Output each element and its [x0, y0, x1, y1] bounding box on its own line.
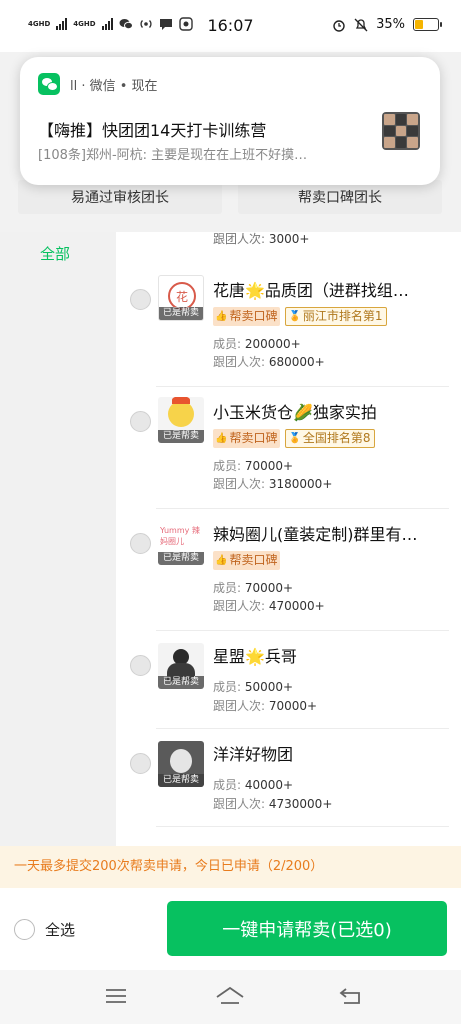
list-item[interactable]: Yummy 辣妈圈儿 已是帮卖 辣妈圈儿(童装定制)群里有… 👍 帮卖口碑 成员:… [116, 509, 461, 631]
members-stat: 成员: 70000+ [213, 459, 294, 473]
help-reputation-tag: 👍 帮卖口碑 [213, 551, 281, 570]
daily-limit-notice: 一天最多提交200次帮卖申请，今日已申请（2/200） [0, 846, 461, 888]
followers-stat: 跟团人次: 70000+ [213, 699, 318, 713]
leader-name: 辣妈圈儿(童装定制)群里有… [213, 525, 418, 544]
item-select-radio[interactable] [130, 655, 151, 676]
avatar: 花 已是帮卖 [158, 275, 204, 321]
item-select-radio[interactable] [130, 753, 151, 774]
already-helping-badge: 已是帮卖 [158, 430, 204, 443]
tag-row: 👍 帮卖口碑 [213, 551, 281, 570]
back-icon[interactable] [336, 984, 366, 1008]
filter-row: 易通过审核团长 帮卖口碑团长 [18, 180, 442, 214]
battery-icon [413, 18, 442, 31]
thumbs-up-icon: 👍 [215, 555, 228, 566]
notification-app-label: ll · 微信 • 现在 [70, 78, 158, 94]
alarm-icon [332, 18, 346, 32]
followers-stat: 跟团人次: 680000+ [213, 355, 325, 369]
item-select-radio[interactable] [130, 533, 151, 554]
category-sidebar: 全部 [0, 232, 116, 846]
followers-value: 3000+ [268, 232, 310, 246]
avatar-logo-text: Yummy 辣妈圈儿 [160, 526, 200, 546]
wechat-notification[interactable]: ll · 微信 • 现在 【嗨推】快团团14天打卡训练营 [108条]郑州-阿杭… [20, 57, 440, 185]
category-all[interactable]: 全部 [0, 232, 116, 280]
thumbs-up-icon: 👍 [215, 311, 228, 322]
leader-name: 星盟🌟兵哥 [213, 647, 297, 666]
tag-row: 👍 帮卖口碑 🏅 丽江市排名第1 [213, 307, 387, 326]
followers-label: 跟团人次: [213, 232, 266, 246]
avatar: 已是帮卖 [158, 643, 204, 689]
rank-tag: 🏅 丽江市排名第1 [285, 307, 387, 326]
followers-stat: 跟团人次: 470000+ [213, 599, 325, 613]
battery-percent: 35% [376, 17, 405, 32]
filter-reputation-button[interactable]: 帮卖口碑团长 [238, 180, 442, 214]
members-stat: 成员: 200000+ [213, 337, 301, 351]
followers-stat: 跟团人次: 3180000+ [213, 477, 333, 491]
select-all-radio[interactable] [14, 919, 35, 940]
help-reputation-tag: 👍 帮卖口碑 [213, 429, 281, 448]
list-item[interactable]: 已是帮卖 小玉米货仓🌽独家实拍 👍 帮卖口碑 🏅 全国排名第8 成员: 70000+… [116, 387, 461, 509]
item-select-radio[interactable] [130, 411, 151, 432]
divider [156, 826, 449, 827]
partial-list-item: 跟团人次: 3000+ [213, 232, 309, 248]
status-bar: 4GHD 4GHD 16:07 35% [0, 0, 461, 52]
item-select-radio[interactable] [130, 289, 151, 310]
system-navigation-bar [0, 970, 461, 1024]
members-stat: 成员: 40000+ [213, 778, 294, 792]
members-stat: 成员: 70000+ [213, 581, 294, 595]
thumbs-up-icon: 👍 [215, 433, 228, 444]
status-right: 35% [332, 17, 405, 32]
tag-row: 👍 帮卖口碑 🏅 全国排名第8 [213, 429, 375, 448]
menu-icon[interactable] [101, 984, 131, 1008]
filter-easy-approval-button[interactable]: 易通过审核团长 [18, 180, 222, 214]
bottom-action-bar: 全选 一键申请帮卖(已选0) [0, 888, 461, 970]
help-reputation-tag: 👍 帮卖口碑 [213, 307, 281, 326]
group-avatar-icon [382, 112, 420, 150]
leader-list[interactable]: 跟团人次: 3000+ 花 已是帮卖 花唐🌟品质团（进群找组… 👍 帮卖口碑 🏅 丽… [116, 232, 461, 846]
leader-name: 小玉米货仓🌽独家实拍 [213, 403, 377, 422]
avatar: 已是帮卖 [158, 741, 204, 787]
already-helping-badge: 已是帮卖 [159, 307, 203, 320]
avatar: Yummy 辣妈圈儿 已是帮卖 [158, 519, 204, 565]
leader-name: 洋洋好物团 [213, 745, 294, 764]
apply-help-sell-button[interactable]: 一键申请帮卖(已选0) [167, 901, 447, 956]
already-helping-badge: 已是帮卖 [158, 552, 204, 565]
medal-icon: 🏅 [288, 311, 301, 322]
leader-name: 花唐🌟品质团（进群找组… [213, 281, 409, 300]
notification-body: [108条]郑州-阿杭: 主要是现在在上班不好摸… [38, 148, 308, 163]
mute-icon [354, 18, 368, 32]
avatar: 已是帮卖 [158, 397, 204, 443]
medal-icon: 🏅 [288, 433, 301, 444]
select-all-label[interactable]: 全选 [45, 919, 75, 940]
list-item[interactable]: 花 已是帮卖 花唐🌟品质团（进群找组… 👍 帮卖口碑 🏅 丽江市排名第1 成员: 2… [116, 265, 461, 387]
members-stat: 成员: 50000+ [213, 680, 294, 694]
already-helping-badge: 已是帮卖 [158, 676, 204, 689]
person-photo-icon [170, 749, 192, 773]
already-helping-badge: 已是帮卖 [158, 774, 204, 787]
seal-logo-icon: 花 [168, 282, 196, 310]
list-item[interactable]: 已是帮卖 洋洋好物团 成员: 40000+ 跟团人次: 4730000+ [116, 729, 461, 846]
home-icon[interactable] [215, 984, 245, 1008]
notification-title: 【嗨推】快团团14天打卡训练营 [38, 121, 267, 140]
wechat-icon [38, 73, 60, 95]
notification-app-row: ll · 微信 • 现在 [38, 73, 158, 95]
rank-tag: 🏅 全国排名第8 [285, 429, 375, 448]
followers-stat: 跟团人次: 4730000+ [213, 797, 333, 811]
chick-logo-icon [168, 397, 194, 427]
